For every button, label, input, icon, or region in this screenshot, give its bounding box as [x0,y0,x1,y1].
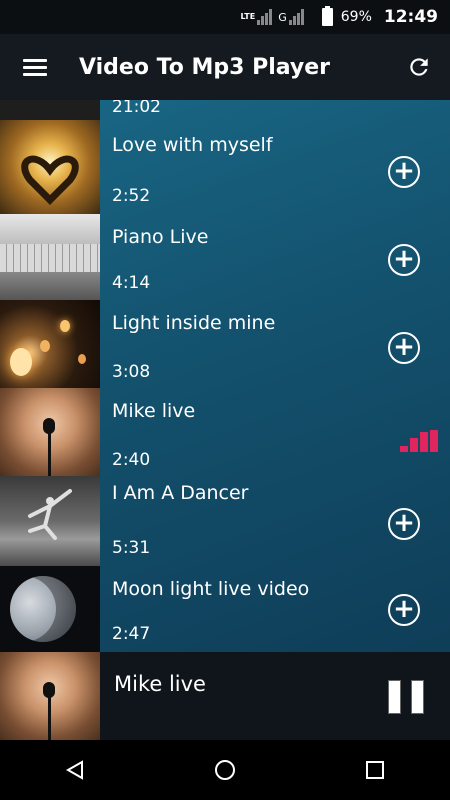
list-item[interactable]: Moon light live video 2:47 + [0,566,450,652]
add-circle-icon[interactable]: + [388,156,420,188]
recents-icon[interactable] [345,740,405,800]
add-circle-icon[interactable]: + [388,508,420,540]
add-circle-icon[interactable]: + [388,332,420,364]
list-item[interactable]: Love with myself 2:52 + [0,120,450,214]
lte-indicator: LTE [240,12,256,21]
duration: 5:31 [112,538,151,558]
thumbnail-piano [0,214,100,300]
item-title: I Am A Dancer [112,482,249,504]
duration: 3:08 [112,362,151,382]
thumbnail-mic [0,388,100,476]
duration: 2:47 [112,624,151,644]
now-playing-bar[interactable]: Mike live [0,652,450,740]
list-item-partial[interactable]: 21:02 [0,100,450,120]
system-nav-bar [0,740,450,800]
list-item[interactable]: Light inside mine 3:08 + [0,300,450,388]
add-circle-icon[interactable]: + [388,594,420,626]
duration: 21:02 [112,100,161,117]
app-bar: Video To Mp3 Player [0,34,450,100]
thumbnail-dancer [0,476,100,566]
battery-percent: 69% [340,9,372,25]
thumbnail-heart [0,120,100,214]
app-title: Video To Mp3 Player [79,54,331,80]
item-title: Piano Live [112,226,209,248]
item-title: Moon light live video [112,578,310,600]
signal-icon [257,9,273,25]
refresh-icon[interactable] [406,54,432,80]
video-list: 21:02 Love with myself 2:52 + Piano Live… [0,100,450,652]
thumbnail-moon [0,566,100,652]
signal-icon-2 [288,9,305,25]
battery-icon [321,6,333,26]
pause-icon[interactable] [388,680,424,714]
thumbnail-partial [0,100,100,120]
back-icon[interactable] [45,740,105,800]
clock: 12:49 [383,7,438,27]
thumbnail-bulbs [0,300,100,388]
list-item[interactable]: Piano Live 4:14 + [0,214,450,300]
menu-icon[interactable] [23,55,47,80]
home-icon[interactable] [195,740,255,800]
item-title: Love with myself [112,134,273,156]
add-circle-icon[interactable]: + [388,244,420,276]
equalizer-icon [398,428,438,452]
status-bar: LTE G 69% 12:49 [0,0,450,34]
item-title: Mike live [112,400,196,422]
list-item-playing[interactable]: Mike live 2:40 [0,388,450,476]
duration: 4:14 [112,273,151,293]
duration: 2:52 [112,186,151,206]
duration: 2:40 [112,450,151,470]
now-playing-title: Mike live [114,672,206,696]
list-item[interactable]: I Am A Dancer 5:31 + [0,476,450,566]
network-type: G [278,10,287,24]
item-title: Light inside mine [112,312,276,334]
now-playing-thumbnail [0,652,100,740]
